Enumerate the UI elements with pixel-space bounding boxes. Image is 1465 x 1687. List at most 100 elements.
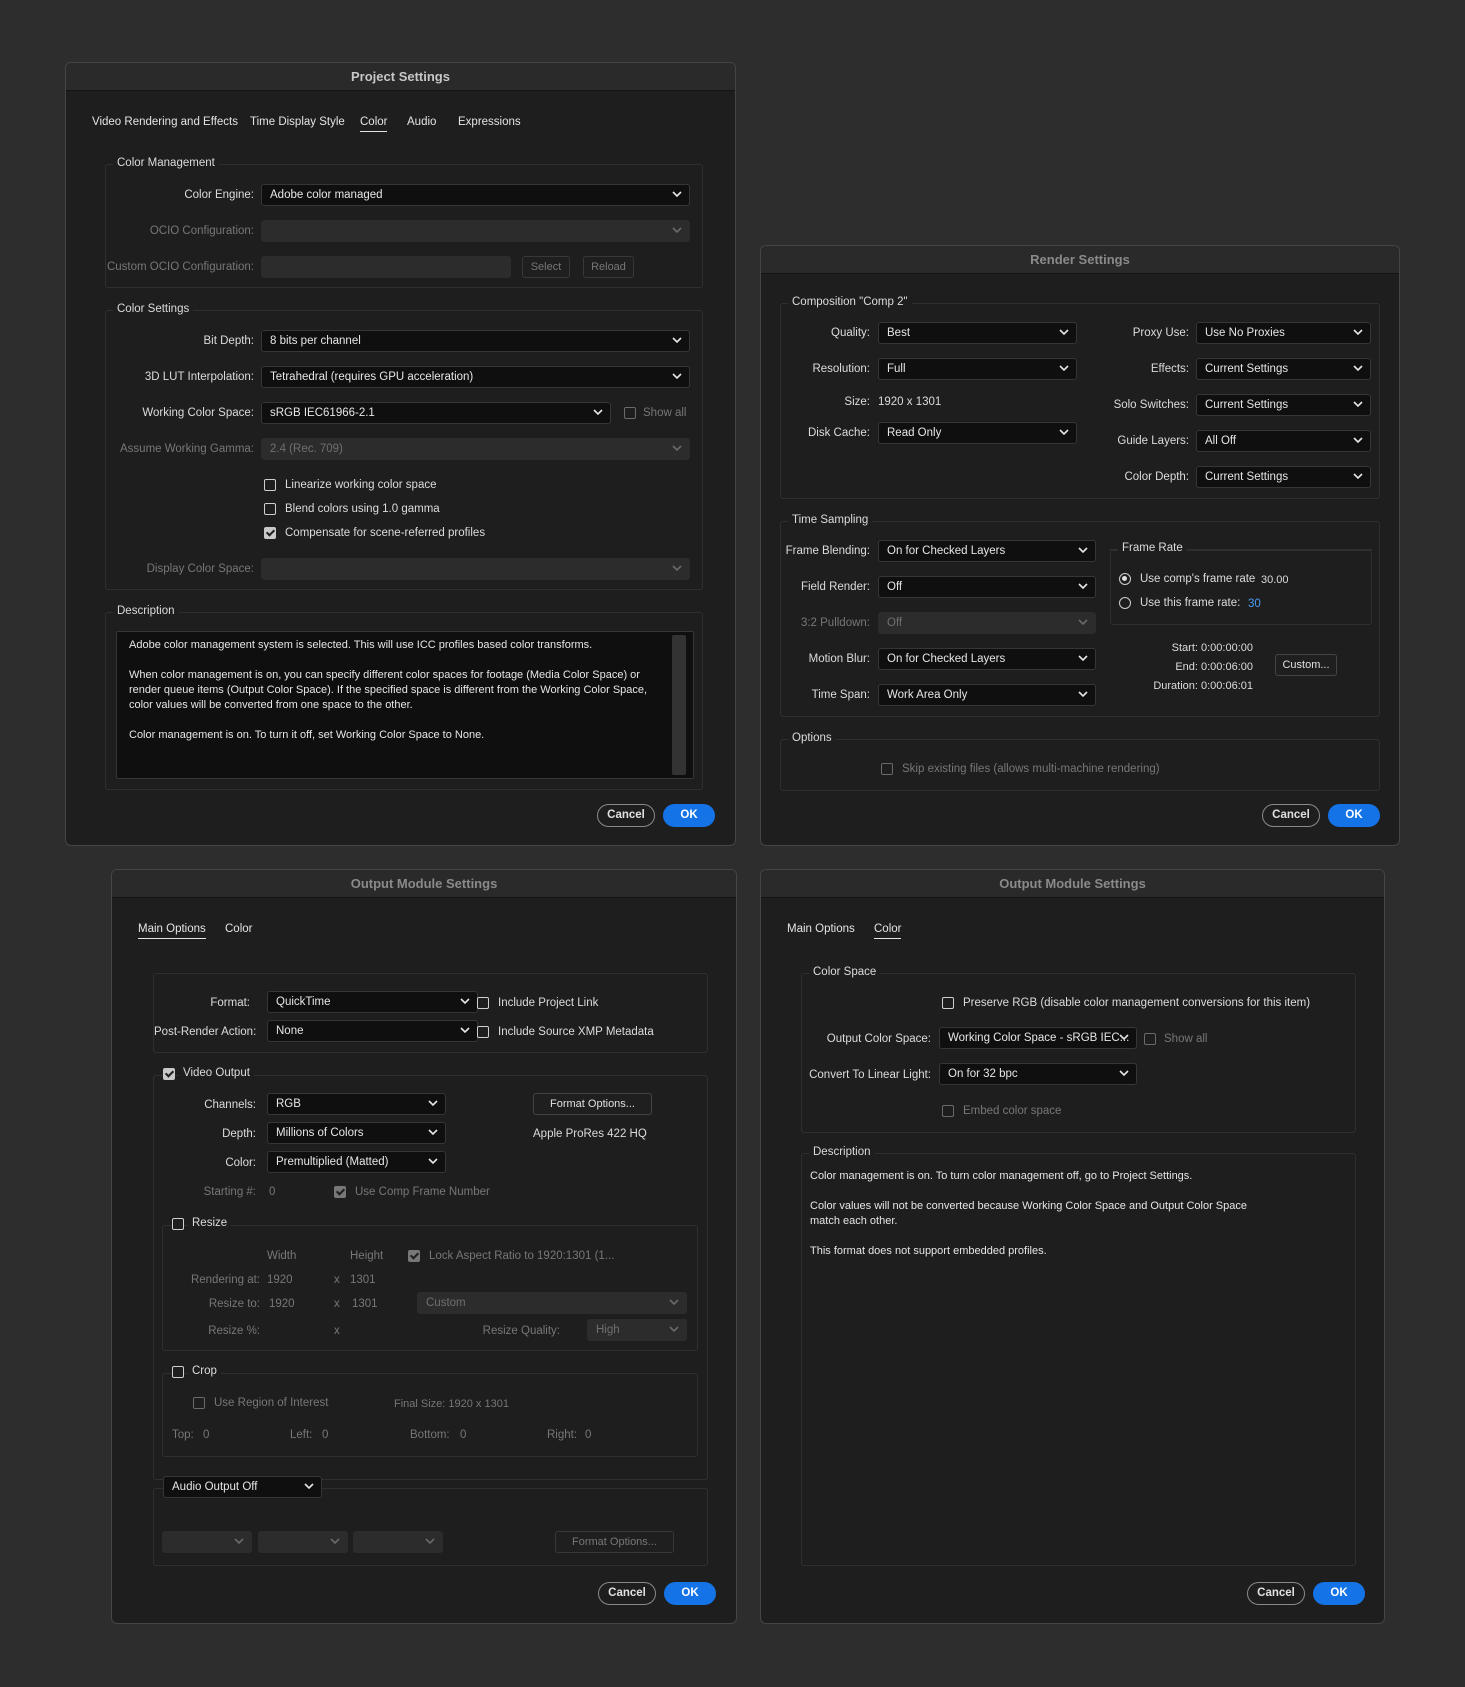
tab-color[interactable]: Color: [360, 116, 388, 132]
video-output-checkbox[interactable]: [163, 1068, 175, 1080]
rendering-x: x: [334, 1274, 340, 1286]
lut-dropdown[interactable]: Tetrahedral (requires GPU acceleration): [261, 366, 690, 388]
bit-depth-dropdown[interactable]: 8 bits per channel: [261, 330, 690, 352]
include-xmp-checkbox[interactable]: [477, 1026, 489, 1038]
tab-expressions[interactable]: Expressions: [458, 116, 521, 128]
use-this-rate-radio[interactable]: [1119, 597, 1131, 609]
linear-light-dropdown[interactable]: On for 32 bpc: [939, 1063, 1137, 1085]
audio-rate-dropdown[interactable]: [162, 1531, 252, 1553]
preserve-rgb-checkbox[interactable]: [942, 997, 954, 1009]
ok-button[interactable]: OK: [1328, 804, 1380, 827]
pulldown-dropdown[interactable]: Off: [878, 612, 1096, 634]
field-render-dropdown[interactable]: Off: [878, 576, 1096, 598]
crop-checkbox[interactable]: [172, 1366, 184, 1378]
resolution-dropdown[interactable]: Full: [878, 358, 1077, 380]
ok-button[interactable]: OK: [1313, 1582, 1365, 1605]
ok-button[interactable]: OK: [664, 1582, 716, 1605]
proxy-use-dropdown[interactable]: Use No Proxies: [1196, 322, 1371, 344]
show-all-checkbox[interactable]: [624, 407, 636, 419]
chevron-down-icon: [1353, 329, 1363, 336]
show-all-checkbox[interactable]: [1144, 1033, 1156, 1045]
display-color-space-dropdown[interactable]: [261, 558, 690, 580]
custom-ocio-input[interactable]: [261, 256, 511, 278]
output-color-space-dropdown[interactable]: Working Color Space - sRGB IEC...: [939, 1027, 1137, 1049]
ok-button[interactable]: OK: [663, 804, 715, 827]
bottom-value[interactable]: 0: [460, 1429, 466, 1441]
resize-checkbox[interactable]: [172, 1218, 184, 1230]
audio-channels-dropdown[interactable]: [353, 1531, 443, 1553]
tab-color[interactable]: Color: [874, 923, 902, 939]
format-options-button[interactable]: Format Options...: [533, 1093, 652, 1115]
top-label: Top:: [172, 1429, 194, 1441]
resize-preset-dropdown[interactable]: Custom: [417, 1292, 687, 1314]
skip-existing-label: Skip existing files (allows multi-machin…: [902, 763, 1160, 775]
starting-value[interactable]: 0: [269, 1186, 275, 1198]
top-value[interactable]: 0: [203, 1429, 209, 1441]
effects-dropdown[interactable]: Current Settings: [1196, 358, 1371, 380]
solo-switches-dropdown[interactable]: Current Settings: [1196, 394, 1371, 416]
skip-existing-checkbox[interactable]: [881, 763, 893, 775]
cancel-button[interactable]: Cancel: [1262, 804, 1320, 827]
post-render-dropdown[interactable]: None: [267, 1020, 478, 1042]
select-button[interactable]: Select: [522, 256, 570, 278]
compensate-checkbox[interactable]: [264, 527, 276, 539]
frame-blending-dropdown[interactable]: On for Checked Layers: [878, 540, 1096, 562]
tab-main-options[interactable]: Main Options: [138, 923, 206, 939]
tab-color[interactable]: Color: [225, 923, 252, 935]
working-color-space-dropdown[interactable]: sRGB IEC61966-2.1: [261, 402, 611, 424]
ocio-config-dropdown[interactable]: [261, 220, 690, 242]
tab-audio[interactable]: Audio: [407, 116, 436, 128]
audio-format-options-button[interactable]: Format Options...: [555, 1531, 674, 1553]
embed-color-space-checkbox[interactable]: [942, 1105, 954, 1117]
chevron-down-icon: [1353, 437, 1363, 444]
quality-dropdown[interactable]: Best: [878, 322, 1077, 344]
roi-checkbox[interactable]: [193, 1397, 205, 1409]
audio-depth-dropdown[interactable]: [258, 1531, 348, 1553]
resize-width[interactable]: 1920: [269, 1298, 295, 1310]
time-span-dropdown[interactable]: Work Area Only: [878, 684, 1096, 706]
linearize-checkbox[interactable]: [264, 479, 276, 491]
lock-aspect-checkbox[interactable]: [408, 1250, 420, 1262]
description-scrollbar[interactable]: [672, 635, 686, 775]
use-comp-frame-checkbox[interactable]: [334, 1186, 346, 1198]
tab-time-display[interactable]: Time Display Style: [250, 116, 345, 128]
include-link-checkbox[interactable]: [477, 997, 489, 1009]
tab-video-rendering[interactable]: Video Rendering and Effects: [92, 116, 238, 128]
color-engine-dropdown[interactable]: Adobe color managed: [261, 184, 690, 206]
motion-blur-dropdown[interactable]: On for Checked Layers: [878, 648, 1096, 670]
rendering-height: 1301: [350, 1274, 376, 1286]
size-value: 1920 x 1301: [878, 396, 942, 408]
color-depth-dropdown[interactable]: Current Settings: [1196, 466, 1371, 488]
guide-layers-dropdown[interactable]: All Off: [1196, 430, 1371, 452]
disk-cache-dropdown[interactable]: Read Only: [878, 422, 1077, 444]
chevron-down-icon: [1119, 1070, 1129, 1077]
resize-quality-dropdown[interactable]: High: [587, 1319, 687, 1341]
format-dropdown[interactable]: QuickTime: [267, 991, 478, 1013]
chevron-down-icon: [1078, 619, 1088, 626]
tab-main-options[interactable]: Main Options: [787, 923, 855, 935]
blend-checkbox[interactable]: [264, 503, 276, 515]
gamma-dropdown[interactable]: 2.4 (Rec. 709): [261, 438, 690, 460]
reload-button[interactable]: Reload: [583, 256, 634, 278]
color-label: Color:: [225, 1157, 256, 1169]
resize-quality-label: Resize Quality:: [482, 1325, 560, 1337]
chevron-down-icon: [428, 1100, 438, 1107]
depth-dropdown[interactable]: Millions of Colors: [267, 1122, 446, 1144]
chevron-down-icon: [304, 1483, 314, 1490]
effects-label: Effects:: [1150, 363, 1189, 375]
right-value[interactable]: 0: [585, 1429, 591, 1441]
cancel-button[interactable]: Cancel: [598, 1582, 656, 1605]
this-rate-value[interactable]: 30: [1248, 598, 1261, 610]
use-comp-rate-radio[interactable]: [1119, 573, 1131, 585]
linear-light-label: Convert To Linear Light:: [809, 1069, 931, 1081]
audio-output-dropdown[interactable]: Audio Output Off: [163, 1476, 322, 1498]
left-value[interactable]: 0: [322, 1429, 328, 1441]
custom-button[interactable]: Custom...: [1275, 654, 1337, 676]
cancel-button[interactable]: Cancel: [597, 804, 655, 827]
cancel-button[interactable]: Cancel: [1247, 1582, 1305, 1605]
channels-dropdown[interactable]: RGB: [267, 1093, 446, 1115]
bit-depth-label: Bit Depth:: [203, 335, 255, 347]
color-dropdown[interactable]: Premultiplied (Matted): [267, 1151, 446, 1173]
starting-label: Starting #:: [203, 1186, 256, 1198]
resize-height[interactable]: 1301: [352, 1298, 378, 1310]
